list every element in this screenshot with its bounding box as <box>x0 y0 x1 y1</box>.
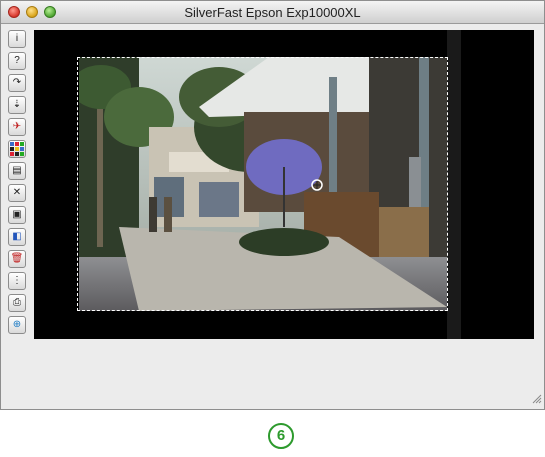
printer-icon: ⎙ <box>13 297 21 308</box>
help-icon: ? <box>14 55 20 66</box>
trash-button[interactable]: 🗑 <box>8 250 26 268</box>
rotate-icon: ↷ <box>12 77 22 88</box>
info-icon: i <box>15 33 19 44</box>
frames-icon: ◧ <box>12 231 22 242</box>
density-icon: ⋮ <box>12 275 22 286</box>
dust-icon: ✕ <box>12 187 22 198</box>
descreen-button[interactable]: ▤ <box>8 162 26 180</box>
dust-button[interactable]: ✕ <box>8 184 26 202</box>
resize-grip-icon[interactable] <box>532 394 542 404</box>
tool-palette: i ? ↷ ⇣ ✈ ▤ ✕ ▣ ◧ 🗑 ⋮ ⎙ ⊕ <box>8 30 28 338</box>
document-icon: ▣ <box>12 209 22 220</box>
info-button[interactable]: i <box>8 30 26 48</box>
document-button[interactable]: ▣ <box>8 206 26 224</box>
frames-button[interactable]: ◧ <box>8 228 26 246</box>
status-area <box>1 346 544 406</box>
magnify-button[interactable]: ⊕ <box>8 316 26 334</box>
window-title: SilverFast Epson Exp10000XL <box>184 5 361 20</box>
zoom-icon: ⊕ <box>12 319 22 330</box>
descreen-icon: ▤ <box>12 165 22 176</box>
film-edge <box>447 30 461 339</box>
grain-button[interactable] <box>8 140 26 158</box>
grain-icon <box>10 142 24 156</box>
trash-icon: 🗑 <box>10 253 24 264</box>
airplane-icon: ✈ <box>12 121 22 132</box>
airplane-button[interactable]: ✈ <box>8 118 26 136</box>
density-button[interactable]: ⋮ <box>8 272 26 290</box>
rotate-button[interactable]: ↷ <box>8 74 26 92</box>
scan-frame-marquee[interactable] <box>77 57 448 311</box>
print-button[interactable]: ⎙ <box>8 294 26 312</box>
flip-icon: ⇣ <box>12 99 22 110</box>
title-bar[interactable]: SilverFast Epson Exp10000XL <box>1 1 544 24</box>
scanner-window: SilverFast Epson Exp10000XL i ? ↷ ⇣ ✈ ▤ … <box>0 0 545 410</box>
preview-area[interactable] <box>34 30 534 339</box>
flip-button[interactable]: ⇣ <box>8 96 26 114</box>
help-button[interactable]: ? <box>8 52 26 70</box>
step-number-badge: 6 <box>268 423 294 449</box>
